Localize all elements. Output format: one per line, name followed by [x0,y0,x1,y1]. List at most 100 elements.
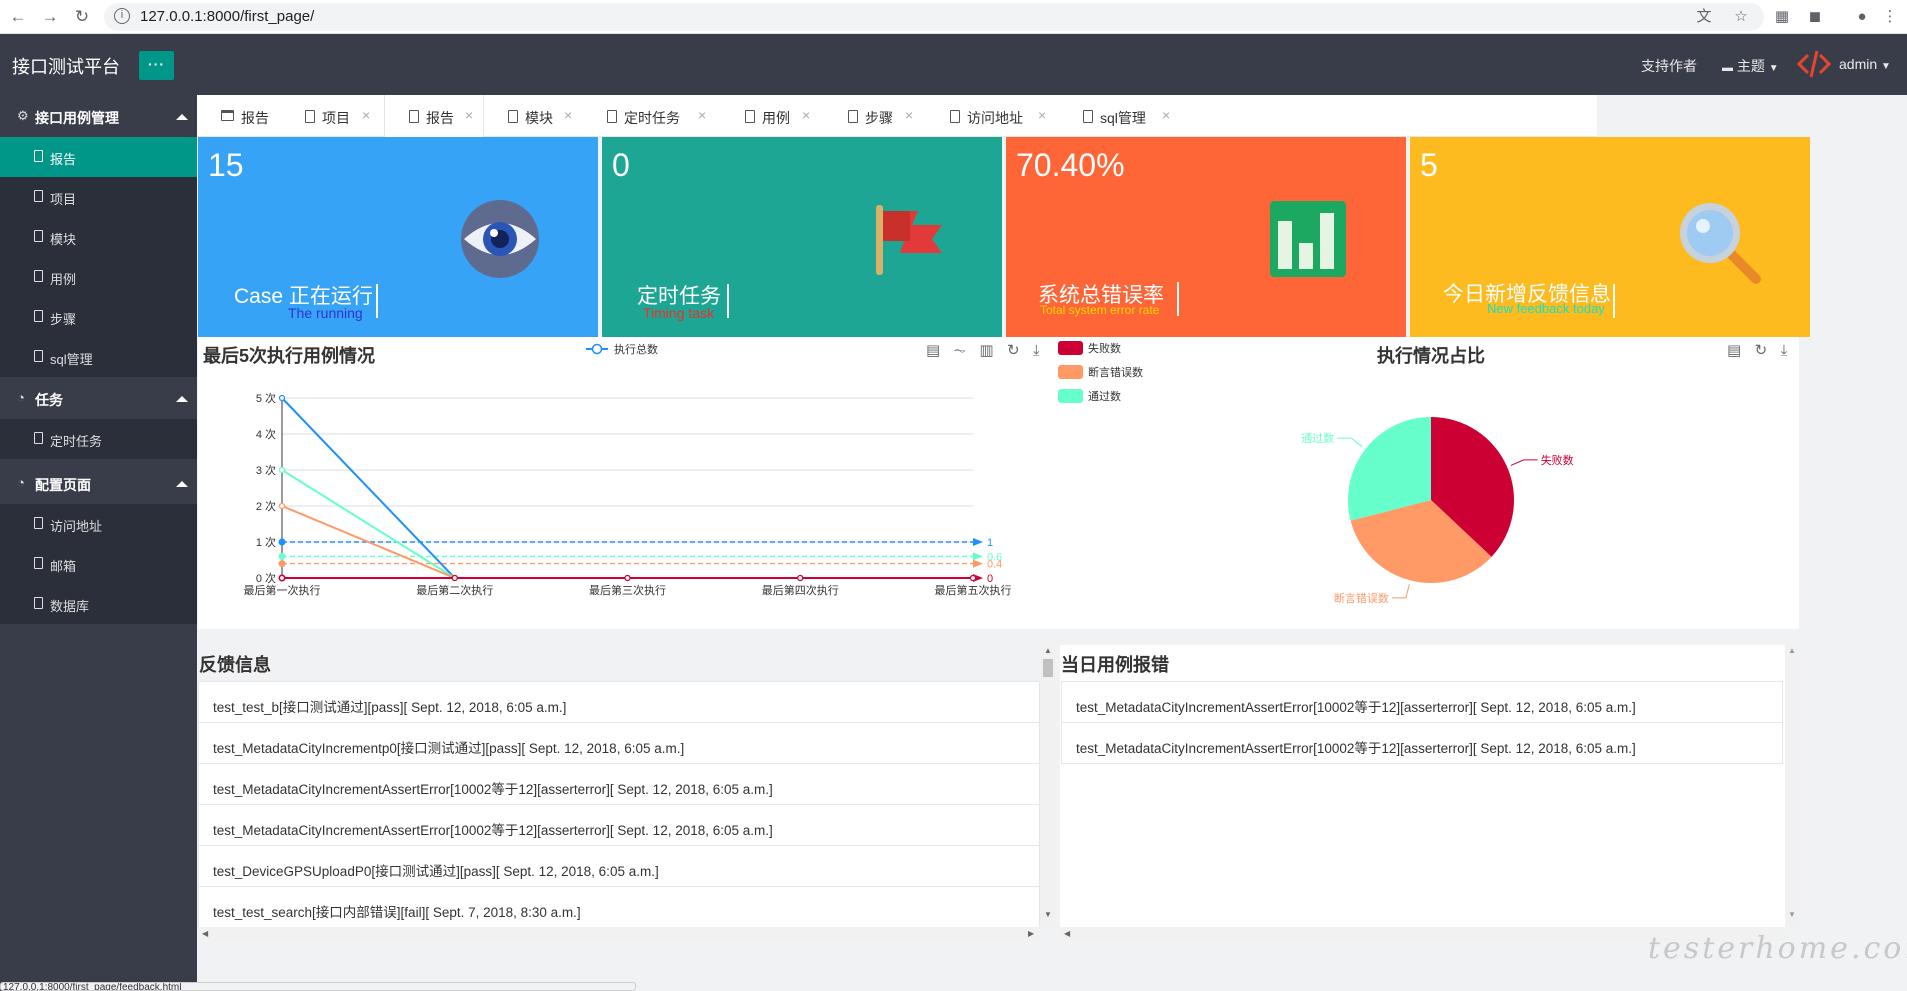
feedback-scrollbar[interactable]: ▲ ▼ [1041,645,1055,925]
theme-menu[interactable]: ▬ 主题 ▼ [1722,56,1779,76]
app-title: 接口测试平台 [12,57,120,77]
sidebar-item-project[interactable]: 项目 [0,177,197,217]
file-icon [34,350,43,362]
sidebar-item-report[interactable]: 报告 [0,137,197,177]
today-errors-list[interactable]: test_MetadataCityIncrementAssertError[10… [1061,681,1783,765]
list-item[interactable]: test_MetadataCityIncrementAssertError[10… [1061,682,1783,723]
close-icon[interactable]: × [564,107,572,123]
close-icon[interactable]: × [905,107,913,123]
file-icon [34,230,43,242]
close-icon[interactable]: × [1162,107,1170,123]
list-item[interactable]: test_MetadataCityIncrementAssertError[10… [198,805,1040,846]
menu-toggle-button[interactable]: ··· [139,51,174,80]
tab-step[interactable]: 步骤 × [820,95,922,137]
scroll-left-icon[interactable]: ◀ [1064,929,1070,938]
tab-case[interactable]: 用例 × [718,95,820,137]
close-icon[interactable]: × [802,107,810,123]
user-name: admin [1839,56,1878,72]
close-icon[interactable]: × [362,107,370,123]
sidebar-item-database[interactable]: 数据库 [0,584,197,624]
scroll-right-icon[interactable]: ▶ [1028,929,1034,938]
scroll-up-icon[interactable]: ▲ [1044,646,1052,655]
slice-label: 失败数 [1541,453,1574,467]
tab-access-url[interactable]: 访问地址 × [922,95,1055,137]
divider [1177,282,1179,316]
average-arrow [973,559,983,568]
today-errors-scrollbar[interactable]: ▲ ▼ [1785,645,1799,925]
list-item[interactable]: test_DeviceGPSUploadP0[接口测试通过][pass][ Se… [198,846,1040,887]
support-author-link[interactable]: 支持作者 [1641,56,1697,76]
file-icon [607,110,617,123]
sidebar-item-timed-task[interactable]: 定时任务 [0,419,197,459]
sidebar: ⚙ 接口用例管理 报告 项目 模块 用例 步骤 sql管理 ◔ 任务 定时任务 … [0,95,197,991]
stat-subtitle: Timing task [643,305,715,321]
sidebar-item-access-url[interactable]: 访问地址 [0,504,197,544]
average-label: 0.4 [987,559,1002,571]
scroll-up-icon[interactable]: ▲ [1788,646,1796,655]
sidebar-item-label: 用例 [50,272,77,287]
close-icon[interactable]: × [698,107,706,123]
sidebar-group-task[interactable]: ◔ 任务 [0,377,197,419]
reload-icon[interactable]: ↻ [70,5,94,29]
sidebar-group-config[interactable]: ◔ 配置页面 [0,462,197,504]
sidebar-group-label: 配置页面 [35,477,91,493]
stat-card-timing[interactable]: 0 定时任务 Timing task [602,137,1002,337]
list-item[interactable]: test_MetadataCityIncrementAssertError[10… [1061,723,1783,764]
sidebar-item-module[interactable]: 模块 [0,217,197,257]
feedback-list[interactable]: test_test_b[接口测试通过][pass][ Sept. 12, 201… [198,681,1040,927]
tab-timed-task[interactable]: 定时任务 × [585,95,718,137]
info-icon[interactable]: i [114,8,130,24]
user-menu[interactable]: admin ▼ [1839,56,1891,72]
list-item[interactable]: test_test_search[接口内部错误][fail][ Sept. 7,… [198,887,1040,927]
sidebar-item-label: 访问地址 [50,519,103,534]
legend-marker [591,343,603,355]
scroll-down-icon[interactable]: ▼ [1788,910,1796,919]
forward-icon[interactable]: → [38,5,62,29]
list-item[interactable]: test_MetadataCityIncrementAssertError[10… [198,764,1040,805]
legend-swatch [1058,341,1083,355]
scroll-down-icon[interactable]: ▼ [1044,910,1052,919]
label-line [1510,459,1538,466]
window-icon [221,110,234,121]
back-icon[interactable]: ← [6,5,30,29]
close-icon[interactable]: × [465,107,473,123]
scroll-thumb[interactable] [1043,659,1053,677]
tab-report-home[interactable]: 报告 [197,95,285,137]
sidebar-item-step[interactable]: 步骤 [0,297,197,337]
star-icon[interactable]: ☆ [1731,7,1751,27]
translate-icon[interactable]: 文 [1694,7,1714,27]
feedback-hscrollbar[interactable]: ◀ ▶ [198,927,1040,941]
sidebar-item-sql[interactable]: sql管理 [0,337,197,377]
tab-module[interactable]: 模块 × [484,95,585,137]
stat-card-feedback[interactable]: 5 今日新增反馈信息 New feedback today [1410,137,1810,337]
sidebar-group-case-management[interactable]: ⚙ 接口用例管理 [0,95,197,137]
average-label: 1 [987,537,993,549]
stat-value: 5 [1420,147,1438,183]
file-icon [34,310,43,322]
close-icon[interactable]: × [1038,107,1046,123]
tab-label: 访问地址 [967,110,1023,126]
tab-report[interactable]: 报告 × [384,95,484,137]
list-item[interactable]: test_test_b[接口测试通过][pass][ Sept. 12, 201… [198,682,1040,723]
scroll-left-icon[interactable]: ◀ [202,929,208,938]
extension-icon[interactable]: ▦ [1772,7,1792,27]
tab-label: 报告 [426,110,454,126]
tab-label: 项目 [322,110,350,126]
theme-label: 主题 [1736,58,1765,74]
x-tick-label: 最后第一次执行 [244,583,321,597]
divider [1613,284,1615,318]
stat-card-error-rate[interactable]: 70.40% 系统总错误率 Total system error rate [1006,137,1406,337]
tab-project[interactable]: 项目 × [285,95,384,137]
status-url: 127.0.0.1:8000/first_page/feedback.html [0,982,636,991]
stat-card-running[interactable]: 15 Case 正在运行 The running [198,137,598,337]
extension-icon[interactable]: ◼ [1805,7,1825,27]
sidebar-item-email[interactable]: 邮箱 [0,544,197,584]
account-icon[interactable]: ● [1852,7,1872,27]
tab-sql[interactable]: sql管理 × [1055,95,1185,137]
address-bar[interactable] [104,3,1764,31]
list-item[interactable]: test_MetadataCityIncrementp0[接口测试通过][pas… [198,723,1040,764]
app-header: 接口测试平台 ··· 支持作者 ▬ 主题 ▼ admin ▼ [0,34,1907,95]
more-icon[interactable]: ⋮ [1880,7,1900,27]
y-tick-label: 5 次 [256,391,276,405]
sidebar-item-case[interactable]: 用例 [0,257,197,297]
